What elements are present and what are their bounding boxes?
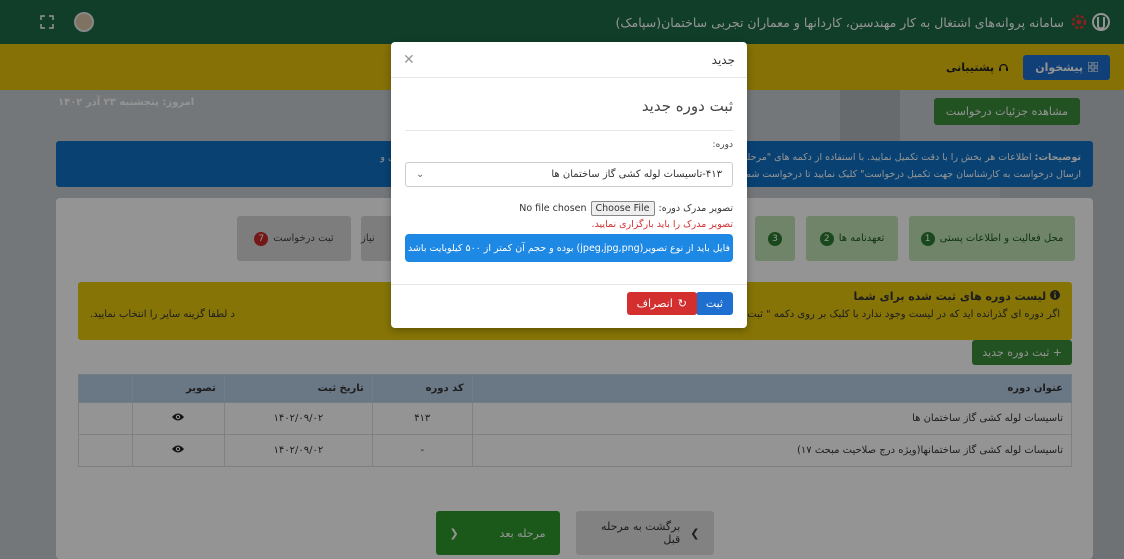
modal-divider <box>405 130 733 131</box>
modal-footer <box>391 284 747 285</box>
choose-file-button[interactable]: Choose File <box>590 201 655 216</box>
modal-header: جدید ✕ <box>391 42 747 78</box>
modal-title: ثبت دوره جدید <box>641 97 733 115</box>
cancel-label: انصراف <box>636 297 673 310</box>
file-label: تصویر مدرک دوره: <box>658 203 733 214</box>
course-label: دوره: <box>712 140 733 150</box>
file-upload-row: تصویر مدرک دوره: Choose File No file cho… <box>519 201 733 216</box>
close-icon[interactable]: ✕ <box>403 52 415 68</box>
new-course-modal: جدید ✕ ثبت دوره جدید دوره: ۴۱۳-تاسیسات ل… <box>391 42 747 328</box>
submit-button[interactable]: ثبت <box>695 292 733 315</box>
course-select[interactable]: ۴۱۳-تاسیسات لوله کشی گاز ساختمان ها ⌄ <box>405 162 733 187</box>
course-select-value: ۴۱۳-تاسیسات لوله کشی گاز ساختمان ها <box>551 169 722 180</box>
no-file-text: No file chosen <box>519 203 587 214</box>
chevron-down-icon: ⌄ <box>416 169 425 180</box>
cancel-button[interactable]: ↻ انصراف <box>626 292 697 315</box>
undo-icon: ↻ <box>677 297 687 310</box>
file-error-message: تصویر مدرک را باید بارگزاری نمایید. <box>591 219 733 230</box>
modal-header-title: جدید <box>711 52 735 67</box>
file-requirements-info: فایل باید از نوع تصویر(jpeg,jpg,png) بود… <box>405 234 733 262</box>
